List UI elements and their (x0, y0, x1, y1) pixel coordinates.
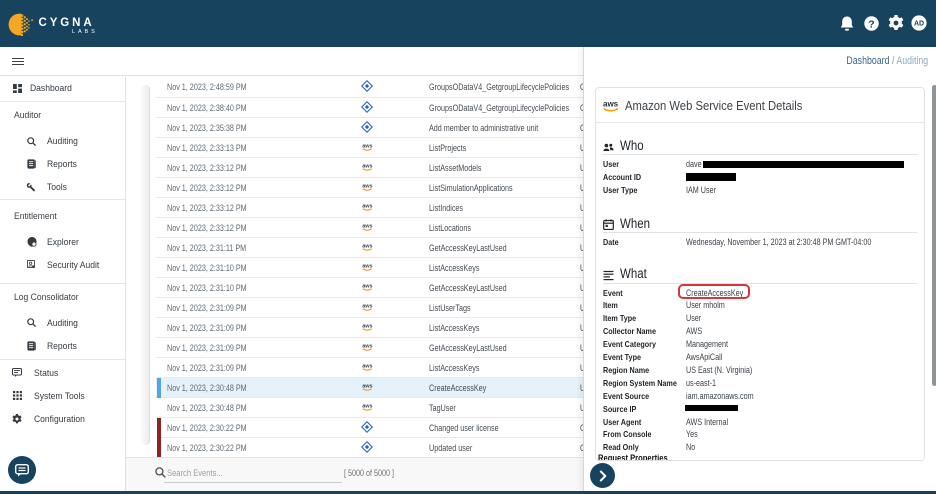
svg-text:AD: AD (914, 21, 924, 28)
svg-text:aws: aws (603, 100, 619, 109)
svg-text:?: ? (868, 18, 874, 30)
